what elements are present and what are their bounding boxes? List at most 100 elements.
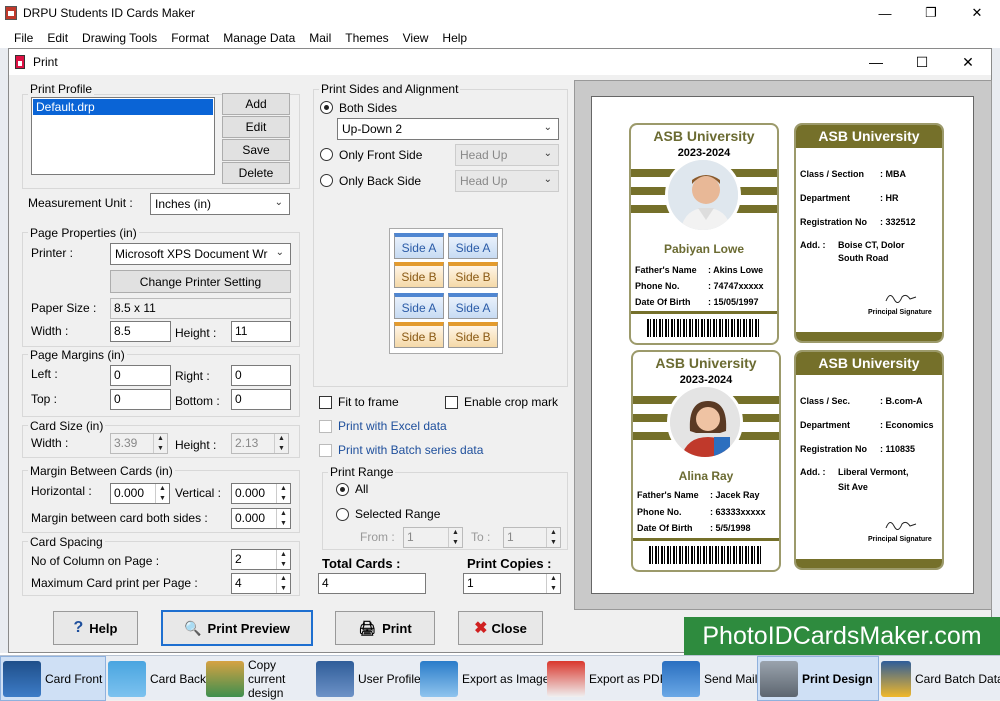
print-all-label[interactable]: All <box>355 482 368 496</box>
both-sides-radio[interactable] <box>320 101 333 114</box>
export-pdf-button[interactable]: Export as PDF <box>545 656 667 701</box>
menu-help[interactable]: Help <box>442 31 467 45</box>
vertical-margin-input[interactable]: 0.000 ▲ ▼ <box>231 483 291 504</box>
selected-range-label[interactable]: Selected Range <box>355 507 440 521</box>
father-value: : Akins Lowe <box>708 265 764 275</box>
print-dialog-titlebar: Print — ☐ ✕ <box>9 49 991 75</box>
horizontal-margin-input[interactable]: 0.000 ▲ ▼ <box>110 483 170 504</box>
columns-label: No of Column on Page : <box>31 554 160 568</box>
spin-down-icon: ▼ <box>157 444 164 452</box>
back-side-label[interactable]: Only Back Side <box>339 174 421 188</box>
excel-data-checkbox[interactable] <box>319 420 332 433</box>
spin-up-icon[interactable]: ▲ <box>277 574 290 584</box>
department-label: Department <box>800 193 851 203</box>
delete-profile-button[interactable]: Delete <box>222 162 290 184</box>
dob-value: : 15/05/1997 <box>708 297 759 307</box>
excel-data-label[interactable]: Print with Excel data <box>338 419 447 433</box>
print-preview-button[interactable]: 🔍 Print Preview <box>161 610 313 646</box>
menu-edit[interactable]: Edit <box>47 31 68 45</box>
maximize-button[interactable]: ❐ <box>908 0 954 26</box>
spin-up-icon[interactable]: ▲ <box>547 574 560 584</box>
columns-input[interactable]: 2 ▲ ▼ <box>231 549 291 570</box>
fit-to-frame-checkbox[interactable] <box>319 396 332 409</box>
spin-up-icon[interactable]: ▲ <box>156 484 169 494</box>
spin-down-icon[interactable]: ▼ <box>277 584 290 594</box>
save-profile-button[interactable]: Save <box>222 139 290 161</box>
change-printer-button[interactable]: Change Printer Setting <box>110 270 291 293</box>
profile-list[interactable]: Default.drp <box>31 97 215 175</box>
menu-format[interactable]: Format <box>171 31 209 45</box>
total-cards-input[interactable]: 4 <box>318 573 426 594</box>
close-button[interactable]: ✕ <box>954 0 1000 26</box>
send-mail-button[interactable]: Send Mail <box>660 656 757 701</box>
measurement-unit-select[interactable]: Inches (in) ⌄ <box>150 193 290 215</box>
menu-mail[interactable]: Mail <box>309 31 331 45</box>
spin-down-icon[interactable]: ▼ <box>547 584 560 594</box>
card-stripe <box>633 538 779 541</box>
bottom-margin-input[interactable]: 0 <box>231 389 291 410</box>
card-front-button[interactable]: Card Front <box>0 656 106 701</box>
close-dialog-button[interactable]: ✖ Close <box>458 611 543 645</box>
menu-file[interactable]: File <box>14 31 33 45</box>
front-side-radio[interactable] <box>320 148 333 161</box>
selected-range-radio[interactable] <box>336 508 349 521</box>
department-value: : Economics <box>880 420 934 430</box>
spin-down-icon[interactable]: ▼ <box>277 519 290 529</box>
address-line1: Liberal Vermont, <box>838 467 909 477</box>
print-design-button[interactable]: Print Design <box>757 656 879 701</box>
help-button[interactable]: ? Help <box>53 611 138 645</box>
card-back-button[interactable]: Card Back <box>106 656 206 701</box>
dialog-close-button[interactable]: ✕ <box>945 49 991 75</box>
print-button[interactable]: 🖨 Print <box>335 611 435 645</box>
phone-value: : 74747xxxxx <box>708 281 764 291</box>
app-title: DRPU Students ID Cards Maker <box>23 6 196 20</box>
chevron-down-icon: ⌄ <box>274 197 283 208</box>
fit-to-frame-label[interactable]: Fit to frame <box>338 395 399 409</box>
print-dialog-title: Print <box>33 55 58 69</box>
left-margin-input[interactable]: 0 <box>110 365 171 386</box>
spin-up-icon[interactable]: ▲ <box>277 484 290 494</box>
right-margin-input[interactable]: 0 <box>231 365 291 386</box>
export-image-button[interactable]: Export as Image <box>418 656 549 701</box>
card-back-footer <box>796 332 942 341</box>
menu-manage-data[interactable]: Manage Data <box>223 31 295 45</box>
batch-series-checkbox[interactable] <box>319 444 332 457</box>
dialog-maximize-button[interactable]: ☐ <box>899 49 945 75</box>
dialog-minimize-button[interactable]: — <box>853 49 899 75</box>
menu-drawing-tools[interactable]: Drawing Tools <box>82 31 157 45</box>
spin-down-icon[interactable]: ▼ <box>277 494 290 504</box>
print-copies-input[interactable]: 1 ▲ ▼ <box>463 573 561 594</box>
dob-label: Date Of Birth <box>637 523 693 533</box>
copy-design-button[interactable]: Copy current design <box>204 656 314 701</box>
class-label: Class / Sec. <box>800 396 851 406</box>
spin-down-icon[interactable]: ▼ <box>156 494 169 504</box>
printer-select[interactable]: Microsoft XPS Document Wr ⌄ <box>110 243 291 265</box>
both-sides-label[interactable]: Both Sides <box>339 101 397 115</box>
spin-up-icon[interactable]: ▲ <box>277 550 290 560</box>
back-side-radio[interactable] <box>320 174 333 187</box>
both-sides-margin-input[interactable]: 0.000 ▲ ▼ <box>231 508 291 529</box>
card-batch-data-button[interactable]: Card Batch Data <box>879 656 1000 701</box>
front-side-label[interactable]: Only Front Side <box>339 148 422 162</box>
profile-list-item[interactable]: Default.drp <box>33 99 213 115</box>
width-label: Width : <box>31 324 69 338</box>
page-width-input[interactable]: 8.5 <box>110 321 171 342</box>
spin-up-icon[interactable]: ▲ <box>277 509 290 519</box>
minimize-button[interactable]: — <box>862 0 908 26</box>
max-cards-input[interactable]: 4 ▲ ▼ <box>231 573 291 594</box>
mail-icon <box>662 660 700 697</box>
menu-view[interactable]: View <box>403 31 429 45</box>
batch-series-label[interactable]: Print with Batch series data <box>338 443 483 457</box>
print-all-radio[interactable] <box>336 483 349 496</box>
page-height-input[interactable]: 11 <box>231 321 291 342</box>
spin-down-icon[interactable]: ▼ <box>277 560 290 570</box>
crop-mark-checkbox[interactable] <box>445 396 458 409</box>
edit-profile-button[interactable]: Edit <box>222 116 290 138</box>
add-profile-button[interactable]: Add <box>222 93 290 115</box>
user-profile-button[interactable]: User Profile <box>314 656 421 701</box>
menu-themes[interactable]: Themes <box>345 31 388 45</box>
both-sides-select[interactable]: Up-Down 2 ⌄ <box>337 118 559 140</box>
spin-down-icon: ▼ <box>278 444 285 452</box>
top-margin-input[interactable]: 0 <box>110 389 171 410</box>
crop-mark-label[interactable]: Enable crop mark <box>464 395 558 409</box>
